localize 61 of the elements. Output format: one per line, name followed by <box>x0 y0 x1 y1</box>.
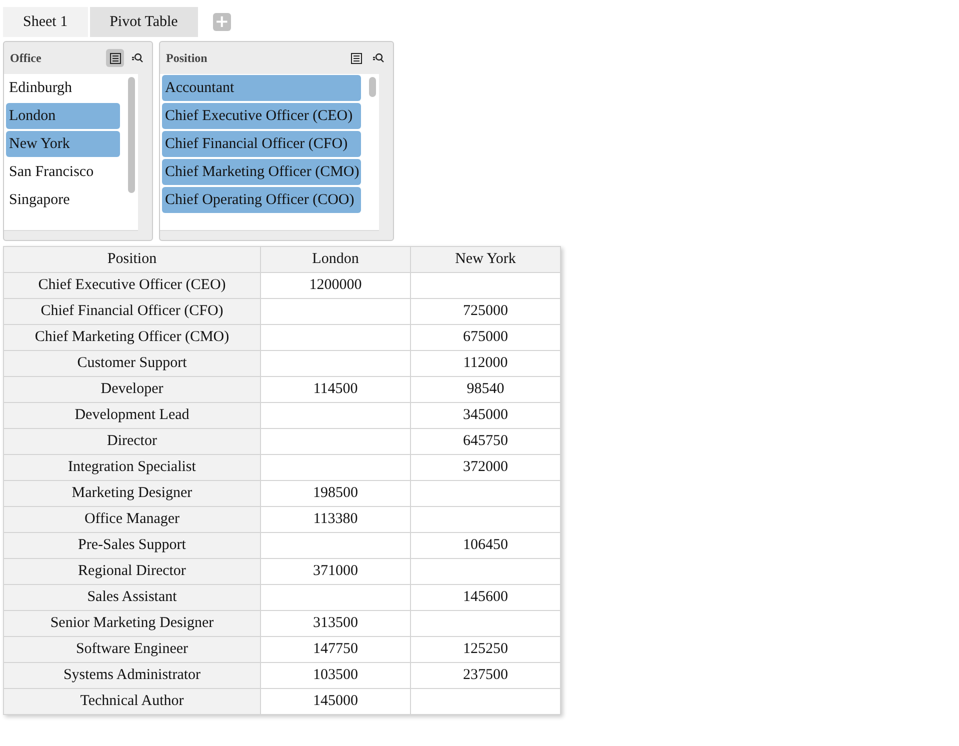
row-header: Chief Marketing Officer (CMO) <box>4 324 260 350</box>
scrollbar-thumb[interactable] <box>368 77 376 97</box>
row-header: Director <box>4 428 260 454</box>
row-header: Systems Administrator <box>4 662 260 688</box>
table-cell: 645750 <box>410 428 560 454</box>
table-cell: 198500 <box>260 480 410 506</box>
table-cell: 98540 <box>410 376 560 402</box>
filter-item[interactable]: Chief Marketing Officer (CMO) <box>162 159 361 185</box>
table-cell: 237500 <box>410 662 560 688</box>
filter-item[interactable]: Edinburgh <box>6 75 120 101</box>
row-header: Senior Marketing Designer <box>4 610 260 636</box>
filter-item[interactable]: London <box>6 103 120 129</box>
filter-item[interactable]: Chief Executive Officer (CEO) <box>162 103 361 129</box>
row-header: Integration Specialist <box>4 454 260 480</box>
row-header: Chief Financial Officer (CFO) <box>4 298 260 324</box>
row-header: Chief Executive Officer (CEO) <box>4 272 260 298</box>
table-cell: 1200000 <box>260 272 410 298</box>
filter-title: Office <box>10 50 42 66</box>
filter-item[interactable]: Chief Operating Officer (COO) <box>162 187 361 213</box>
table-cell: 113380 <box>260 506 410 532</box>
row-header: Marketing Designer <box>4 480 260 506</box>
row-header: Pre-Sales Support <box>4 532 260 558</box>
sheet-tab[interactable]: Sheet 1 <box>3 7 88 37</box>
filter-item[interactable]: Singapore <box>6 187 120 213</box>
row-header: Customer Support <box>4 350 260 376</box>
table-cell: 147750 <box>260 636 410 662</box>
column-header: Position <box>4 246 260 272</box>
table-cell: 125250 <box>410 636 560 662</box>
search-icon[interactable] <box>372 52 384 64</box>
table-cell: 114500 <box>260 376 410 402</box>
table-cell: 112000 <box>410 350 560 376</box>
list-icon <box>110 52 120 64</box>
row-header: Technical Author <box>4 688 260 714</box>
table-cell: 145600 <box>410 584 560 610</box>
table-cell: 106450 <box>410 532 560 558</box>
table-cell: 725000 <box>410 298 560 324</box>
row-header: Regional Director <box>4 558 260 584</box>
table-cell: 372000 <box>410 454 560 480</box>
row-header: Development Lead <box>4 402 260 428</box>
sheet-tab[interactable]: Pivot Table <box>90 7 198 37</box>
table-cell: 145000 <box>260 688 410 714</box>
table-cell: 103500 <box>260 662 410 688</box>
row-header: Office Manager <box>4 506 260 532</box>
search-icon[interactable] <box>131 52 143 64</box>
filter-item[interactable]: New York <box>6 131 120 157</box>
filter-item[interactable]: Accountant <box>162 75 361 101</box>
row-header: Software Engineer <box>4 636 260 662</box>
table-cell: 345000 <box>410 402 560 428</box>
row-header: Sales Assistant <box>4 584 260 610</box>
scrollbar-thumb[interactable] <box>128 77 134 193</box>
table-cell: 371000 <box>260 558 410 584</box>
filter-title: Position <box>166 50 208 66</box>
row-header: Developer <box>4 376 260 402</box>
list-icon <box>350 52 362 64</box>
table-cell: 675000 <box>410 324 560 350</box>
column-header: New York <box>410 246 560 272</box>
table-cell: 313500 <box>260 610 410 636</box>
filter-item[interactable]: Chief Financial Officer (CFO) <box>162 131 361 157</box>
list-toggle[interactable] <box>106 49 124 67</box>
filter-item[interactable]: San Francisco <box>6 159 120 185</box>
column-header: London <box>260 246 410 272</box>
